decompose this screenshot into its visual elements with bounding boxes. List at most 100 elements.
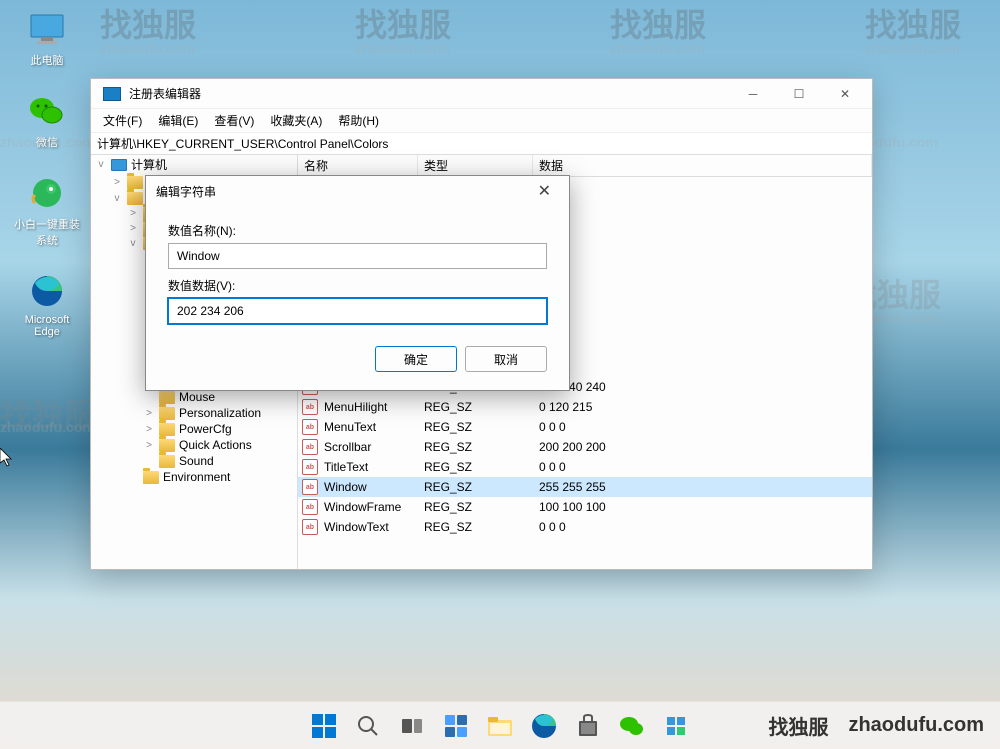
address-bar[interactable]: 计算机\HKEY_CURRENT_USER\Control Panel\Colo… bbox=[91, 133, 872, 155]
dialog-close-button[interactable]: ✕ bbox=[530, 179, 559, 203]
folder-icon bbox=[159, 439, 175, 452]
cell-data bbox=[537, 326, 872, 328]
cell-data: 7 252 bbox=[537, 259, 872, 275]
list-row[interactable]: abWindowREG_SZ255 255 255 bbox=[298, 477, 872, 497]
edge-taskbar[interactable] bbox=[524, 706, 564, 746]
computer-icon bbox=[111, 159, 127, 171]
tree-node[interactable]: >Personalization bbox=[91, 405, 297, 421]
cell-data: 240 240 240 bbox=[537, 379, 872, 395]
tree-node[interactable]: Sound bbox=[91, 453, 297, 469]
titlebar[interactable]: 注册表编辑器 ─ ☐ ✕ bbox=[91, 79, 872, 109]
header-data[interactable]: 数据 bbox=[533, 155, 872, 176]
desktop-icon-computer[interactable]: 此电脑 bbox=[12, 8, 82, 68]
cell-data: 215 bbox=[537, 199, 872, 215]
cell-name: MenuHilight bbox=[322, 399, 422, 415]
expander-icon[interactable]: v bbox=[127, 238, 139, 249]
menubar: 文件(F) 编辑(E) 查看(V) 收藏夹(A) 帮助(H) bbox=[91, 109, 872, 133]
tree-node[interactable]: Environment bbox=[91, 469, 297, 485]
expander-icon[interactable]: > bbox=[127, 208, 139, 219]
brand-en: zhaodufu.com bbox=[848, 714, 984, 737]
menu-file[interactable]: 文件(F) bbox=[95, 109, 150, 132]
list-row[interactable]: abMenuTextREG_SZ0 0 0 bbox=[298, 417, 872, 437]
cell-type: REG_SZ bbox=[422, 439, 537, 455]
watermark-en: zhaodufu.com bbox=[0, 419, 95, 435]
tree-label: 计算机 bbox=[131, 156, 167, 173]
cell-type: REG_SZ bbox=[422, 459, 537, 475]
cell-name: Scrollbar bbox=[322, 439, 422, 455]
cell-name: Window bbox=[322, 479, 422, 495]
cell-data: 4 240 bbox=[537, 359, 872, 375]
taskbar-brand: 找独服 zhaodufu.com bbox=[752, 701, 1000, 749]
search-button[interactable] bbox=[348, 706, 388, 746]
folder-icon bbox=[159, 407, 175, 420]
list-row[interactable]: abTitleTextREG_SZ0 0 0 bbox=[298, 457, 872, 477]
wechat-icon bbox=[26, 90, 68, 132]
widgets-button[interactable] bbox=[436, 706, 476, 746]
expander-icon[interactable]: v bbox=[95, 159, 107, 170]
store-button[interactable] bbox=[568, 706, 608, 746]
watermark-en: zhaodufu.com bbox=[355, 40, 451, 56]
expander-icon[interactable]: v bbox=[111, 193, 123, 204]
cell-type: REG_SZ bbox=[422, 419, 537, 435]
maximize-button[interactable]: ☐ bbox=[776, 79, 822, 109]
folder-icon bbox=[159, 391, 175, 404]
desktop-icon-label: Microsoft Edge bbox=[12, 314, 82, 338]
desktop-icon-wechat[interactable]: 微信 bbox=[12, 90, 82, 150]
regedit-taskbar[interactable] bbox=[656, 706, 696, 746]
value-data-label: 数值数据(V): bbox=[168, 277, 547, 294]
desktop-icon-xiaobai[interactable]: 小白一键重装系统 bbox=[12, 172, 82, 248]
tree-node[interactable]: >Quick Actions bbox=[91, 437, 297, 453]
tree-label: PowerCfg bbox=[179, 422, 232, 436]
menu-help[interactable]: 帮助(H) bbox=[330, 109, 387, 132]
watermark-cn: 找独服 bbox=[610, 0, 706, 46]
list-row[interactable]: abWindowFrameREG_SZ100 100 100 bbox=[298, 497, 872, 517]
start-button[interactable] bbox=[304, 706, 344, 746]
cell-type: REG_SZ bbox=[422, 399, 537, 415]
value-data-input[interactable] bbox=[168, 298, 547, 324]
expander-icon[interactable]: > bbox=[127, 223, 139, 234]
cell-data: 0 0 0 bbox=[537, 459, 872, 475]
desktop-icon-edge[interactable]: Microsoft Edge bbox=[12, 270, 82, 338]
tree-root[interactable]: v 计算机 bbox=[91, 155, 297, 174]
header-type[interactable]: 类型 bbox=[418, 155, 533, 176]
header-name[interactable]: 名称 bbox=[298, 155, 418, 176]
dialog-titlebar[interactable]: 编辑字符串 ✕ bbox=[146, 176, 569, 206]
ok-button[interactable]: 确定 bbox=[375, 346, 457, 372]
expander-icon[interactable]: > bbox=[143, 440, 155, 451]
watermark-en: zhaodufu.com bbox=[610, 40, 706, 56]
close-button[interactable]: ✕ bbox=[822, 79, 868, 109]
expander-icon[interactable]: > bbox=[111, 177, 123, 188]
desktop-icon-label: 小白一键重装系统 bbox=[12, 216, 82, 248]
edge-icon bbox=[26, 270, 68, 312]
cell-name: TitleText bbox=[322, 459, 422, 475]
explorer-button[interactable] bbox=[480, 706, 520, 746]
tree-node[interactable]: Mouse bbox=[91, 389, 297, 405]
menu-view[interactable]: 查看(V) bbox=[206, 109, 262, 132]
cell-data bbox=[537, 306, 872, 308]
string-value-icon: ab bbox=[302, 399, 318, 415]
tree-node[interactable]: > PowerCfg bbox=[91, 421, 297, 437]
string-value-icon: ab bbox=[302, 519, 318, 535]
desktop-icon-label: 微信 bbox=[36, 134, 58, 150]
tree-label: Mouse bbox=[179, 390, 215, 404]
taskview-button[interactable] bbox=[392, 706, 432, 746]
value-name-input[interactable] bbox=[168, 243, 547, 269]
list-row[interactable]: abMenuHilightREG_SZ0 120 215 bbox=[298, 397, 872, 417]
wechat-taskbar[interactable] bbox=[612, 706, 652, 746]
watermark-cn: 找独服 bbox=[0, 390, 96, 436]
minimize-button[interactable]: ─ bbox=[730, 79, 776, 109]
regedit-icon bbox=[103, 87, 121, 101]
watermark-cn: 找独服 bbox=[100, 0, 196, 46]
expander-icon[interactable]: > bbox=[143, 408, 155, 419]
cell-data: 0 0 0 bbox=[537, 419, 872, 435]
list-row[interactable]: abScrollbarREG_SZ200 200 200 bbox=[298, 437, 872, 457]
cancel-button[interactable]: 取消 bbox=[465, 346, 547, 372]
cell-type: REG_SZ bbox=[422, 499, 537, 515]
menu-favorites[interactable]: 收藏夹(A) bbox=[262, 109, 330, 132]
cell-data: 255 255 255 bbox=[537, 479, 872, 495]
menu-edit[interactable]: 编辑(E) bbox=[150, 109, 206, 132]
folder-icon bbox=[159, 423, 175, 436]
string-value-icon: ab bbox=[302, 479, 318, 495]
list-row[interactable]: abWindowTextREG_SZ0 0 0 bbox=[298, 517, 872, 537]
expander-icon[interactable]: > bbox=[143, 424, 155, 435]
